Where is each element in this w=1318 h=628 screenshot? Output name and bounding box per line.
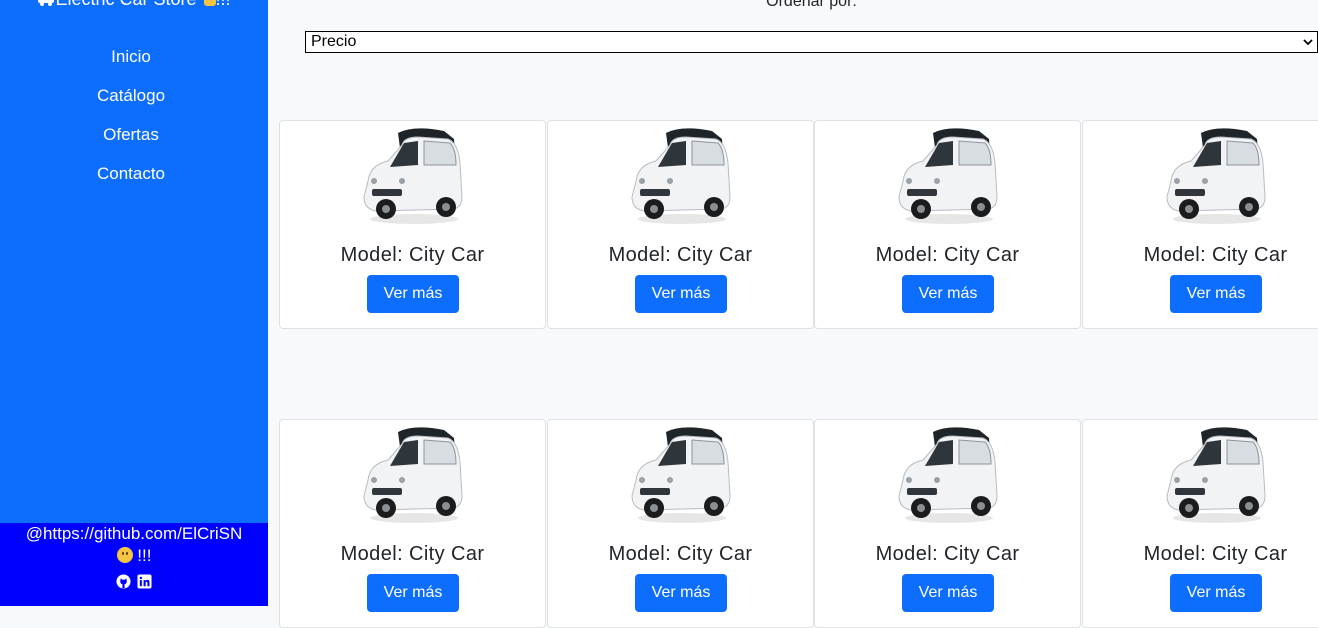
product-model: Model: City Car <box>608 244 753 266</box>
nav-label[interactable]: Contacto <box>97 164 165 183</box>
product-model: Model: City Car <box>608 543 753 565</box>
sort-select[interactable]: Precio <box>305 31 1318 53</box>
brand-suffix: !!! <box>216 0 231 9</box>
ver-mas-button[interactable]: Ver más <box>1170 574 1262 612</box>
nav-item-ofertas[interactable]: Ofertas <box>0 123 262 162</box>
ver-mas-button[interactable]: Ver más <box>1170 275 1262 313</box>
sidebar: Electric Car Store !!! Inicio Catálogo O… <box>0 0 268 606</box>
nav-item-inicio[interactable]: Inicio <box>0 45 262 84</box>
car-image <box>893 123 1003 229</box>
chevron-down-icon <box>1303 39 1313 46</box>
car-image <box>893 422 1003 528</box>
sidebar-nav: Inicio Catálogo Ofertas Contacto <box>0 45 262 201</box>
car-image <box>1161 422 1271 528</box>
product-model: Model: City Car <box>875 244 1020 266</box>
footer-suffix: !!! <box>137 546 152 565</box>
ver-mas-button[interactable]: Ver más <box>902 275 994 313</box>
nav-item-contacto[interactable]: Contacto <box>0 162 262 201</box>
linkedin-icon[interactable] <box>137 574 152 589</box>
product-model: Model: City Car <box>340 244 485 266</box>
product-card: Model: City Car Ver más <box>279 419 546 628</box>
product-model: Model: City Car <box>1143 543 1288 565</box>
product-card: Model: City Car Ver más <box>547 120 814 329</box>
github-link[interactable]: @https://github.com/ElCriSN <box>0 524 268 544</box>
sort-label: Ordenar por: <box>766 0 857 10</box>
product-card: Model: City Car Ver más <box>814 419 1081 628</box>
car-image <box>626 422 736 528</box>
github-icon[interactable] <box>116 574 131 589</box>
nav-label[interactable]: Catálogo <box>97 86 165 105</box>
brand-title: Electric Car Store <box>55 0 196 9</box>
product-card: Model: City Car Ver más <box>814 120 1081 329</box>
ver-mas-button[interactable]: Ver más <box>367 574 459 612</box>
product-model: Model: City Car <box>340 543 485 565</box>
product-card: Model: City Car Ver más <box>1082 419 1318 628</box>
sidebar-footer: @https://github.com/ElCriSN !!! <box>0 523 268 606</box>
nav-label[interactable]: Inicio <box>111 47 151 66</box>
brand: Electric Car Store !!! <box>0 0 268 10</box>
product-model: Model: City Car <box>875 543 1020 565</box>
ver-mas-button[interactable]: Ver más <box>635 275 727 313</box>
nav-item-catalogo[interactable]: Catálogo <box>0 84 262 123</box>
ver-mas-button[interactable]: Ver más <box>635 574 727 612</box>
product-card: Model: City Car Ver más <box>1082 120 1318 329</box>
ver-mas-button[interactable]: Ver más <box>902 574 994 612</box>
sort-selected-value: Precio <box>311 33 357 50</box>
product-model: Model: City Car <box>1143 244 1288 266</box>
product-card: Model: City Car Ver más <box>279 120 546 329</box>
nav-label[interactable]: Ofertas <box>103 125 159 144</box>
ver-mas-button[interactable]: Ver más <box>367 275 459 313</box>
car-image <box>358 123 468 229</box>
thumbs-up-icon <box>203 0 216 6</box>
smile-icon <box>116 547 133 563</box>
car-icon <box>38 0 55 6</box>
car-image <box>626 123 736 229</box>
car-image <box>358 422 468 528</box>
car-image <box>1161 123 1271 229</box>
product-card: Model: City Car Ver más <box>547 419 814 628</box>
